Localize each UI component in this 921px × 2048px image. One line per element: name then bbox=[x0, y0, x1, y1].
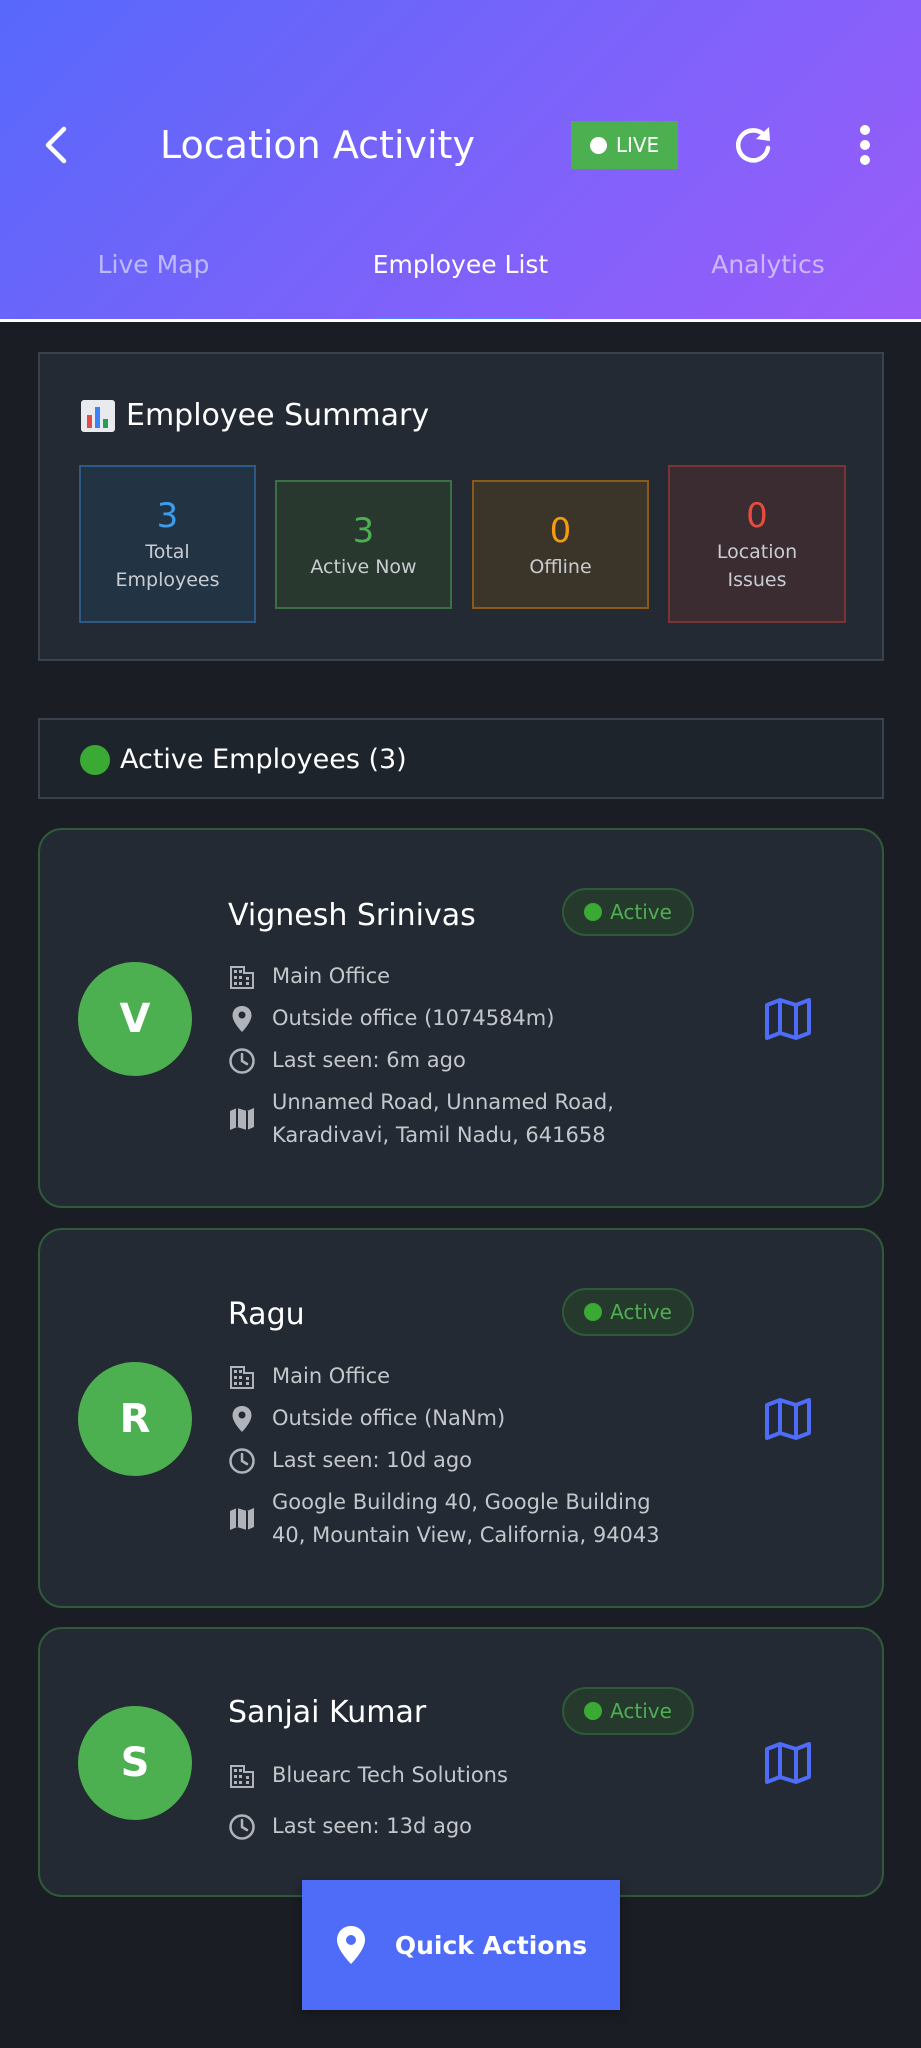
address-line: Karadivavi, Tamil Nadu, 641658 bbox=[272, 1123, 606, 1147]
header-divider bbox=[0, 319, 921, 322]
map-icon bbox=[765, 1398, 811, 1440]
stat-label: Active Now bbox=[310, 555, 417, 578]
status-badge: Active bbox=[562, 1687, 694, 1735]
employee-name: Vignesh Srinivas bbox=[228, 898, 476, 933]
office-row: Main Office bbox=[228, 960, 390, 993]
location-text: Outside office (1074584m) bbox=[272, 1006, 555, 1030]
last-seen-text: Last seen: 10d ago bbox=[272, 1448, 473, 1472]
last-seen-row: Last seen: 13d ago bbox=[228, 1810, 472, 1843]
tab-analytics[interactable]: Analytics bbox=[694, 232, 842, 298]
back-button[interactable] bbox=[38, 121, 72, 169]
refresh-icon bbox=[736, 127, 771, 163]
building-icon bbox=[228, 1360, 256, 1393]
status-badge: Active bbox=[562, 1288, 694, 1336]
employee-name: Sanjai Kumar bbox=[228, 1695, 427, 1730]
live-label: LIVE bbox=[615, 133, 660, 157]
stat-label: Offline bbox=[529, 555, 592, 578]
live-dot-icon bbox=[589, 136, 607, 154]
stat-label: Location bbox=[716, 541, 798, 563]
stat-total-employees: 3 Total Employees bbox=[79, 465, 256, 623]
green-circle-icon bbox=[80, 745, 110, 775]
clock-icon bbox=[228, 1444, 256, 1477]
location-pin-icon bbox=[228, 1002, 256, 1035]
office-row: Bluearc Tech Solutions bbox=[228, 1759, 508, 1792]
address-text: Google Building 40, Google Building 40, … bbox=[272, 1486, 660, 1552]
live-badge[interactable]: LIVE bbox=[571, 121, 678, 169]
address-row: Google Building 40, Google Building 40, … bbox=[228, 1486, 660, 1552]
employee-name: Ragu bbox=[228, 1297, 305, 1332]
stat-value: 0 bbox=[746, 496, 768, 536]
last-seen-row: Last seen: 10d ago bbox=[228, 1444, 472, 1477]
refresh-button[interactable] bbox=[731, 122, 775, 168]
section-title: Active Employees (3) bbox=[120, 744, 407, 775]
address-row: Unnamed Road, Unnamed Road, Karadivavi, … bbox=[228, 1086, 614, 1152]
stat-label: Issues bbox=[727, 569, 787, 591]
clock-icon bbox=[228, 1810, 256, 1843]
employee-card-sanjai[interactable]: S Sanjai Kumar Active Bluearc Tech Solut… bbox=[38, 1627, 884, 1897]
more-options-button[interactable] bbox=[848, 122, 882, 168]
quick-actions-button[interactable]: Quick Actions bbox=[302, 1880, 620, 2010]
status-badge: Active bbox=[562, 888, 694, 936]
map-icon bbox=[765, 1742, 811, 1784]
address-text: Unnamed Road, Unnamed Road, Karadivavi, … bbox=[272, 1086, 614, 1152]
bar-chart-icon bbox=[81, 400, 115, 432]
last-seen-text: Last seen: 13d ago bbox=[272, 1814, 473, 1838]
clock-icon bbox=[228, 1044, 256, 1077]
section-heading: Active Employees (3) bbox=[80, 738, 407, 782]
stat-value: 3 bbox=[156, 496, 179, 536]
status-label: Active bbox=[610, 1699, 672, 1723]
view-on-map-button[interactable] bbox=[763, 994, 813, 1044]
status-label: Active bbox=[610, 900, 672, 924]
location-pin-icon bbox=[228, 1402, 256, 1435]
status-dot-icon bbox=[584, 1702, 603, 1720]
app-header: Location Activity LIVE Live Map Employee… bbox=[0, 0, 921, 322]
tab-employee-list[interactable]: Employee List bbox=[360, 232, 561, 298]
avatar: S bbox=[78, 1706, 192, 1820]
map-icon bbox=[765, 998, 811, 1040]
tab-live-map[interactable]: Live Map bbox=[80, 232, 227, 298]
page-title: Location Activity bbox=[160, 123, 475, 167]
stat-offline: 0 Offline bbox=[472, 480, 649, 609]
office-text: Main Office bbox=[272, 964, 391, 988]
location-row: Outside office (1074584m) bbox=[228, 1002, 554, 1035]
employee-card-ragu[interactable]: R Ragu Active Main Office Outside office… bbox=[38, 1228, 884, 1608]
last-seen-row: Last seen: 6m ago bbox=[228, 1044, 466, 1077]
office-text: Bluearc Tech Solutions bbox=[272, 1763, 508, 1787]
view-on-map-button[interactable] bbox=[763, 1394, 813, 1444]
avatar: R bbox=[78, 1362, 192, 1476]
more-vertical-icon bbox=[860, 125, 870, 165]
location-row: Outside office (NaNm) bbox=[228, 1402, 505, 1435]
view-on-map-button[interactable] bbox=[763, 1738, 813, 1788]
avatar: V bbox=[78, 962, 192, 1076]
summary-heading: Employee Summary bbox=[80, 394, 429, 438]
stat-value: 3 bbox=[352, 510, 375, 551]
address-line: Google Building 40, Google Building bbox=[272, 1490, 651, 1514]
map-icon bbox=[228, 1086, 256, 1152]
employee-card-vignesh[interactable]: V Vignesh Srinivas Active Main Office Ou… bbox=[38, 828, 884, 1208]
location-pin-icon bbox=[336, 1926, 365, 1964]
building-icon bbox=[228, 1759, 256, 1792]
tab-bar: Live Map Employee List Analytics bbox=[0, 232, 921, 322]
building-icon bbox=[228, 960, 256, 993]
stat-value: 0 bbox=[549, 510, 572, 551]
address-line: Unnamed Road, Unnamed Road, bbox=[272, 1090, 614, 1114]
stat-location-issues: 0 Location Issues bbox=[668, 465, 846, 623]
active-employees-header: Active Employees (3) bbox=[38, 718, 884, 799]
office-row: Main Office bbox=[228, 1360, 390, 1393]
chevron-left-icon bbox=[45, 126, 67, 164]
stat-label: Employees bbox=[115, 569, 220, 591]
status-dot-icon bbox=[584, 1303, 603, 1321]
quick-actions-label: Quick Actions bbox=[394, 1930, 588, 1960]
location-text: Outside office (NaNm) bbox=[272, 1406, 506, 1430]
stat-active-now: 3 Active Now bbox=[275, 480, 452, 609]
stat-label: Total bbox=[145, 541, 190, 563]
status-label: Active bbox=[610, 1300, 672, 1324]
status-dot-icon bbox=[584, 903, 603, 921]
summary-title: Employee Summary bbox=[126, 398, 430, 433]
office-text: Main Office bbox=[272, 1364, 391, 1388]
address-line: 40, Mountain View, California, 94043 bbox=[272, 1523, 660, 1547]
last-seen-text: Last seen: 6m ago bbox=[272, 1048, 466, 1072]
employee-summary-card: Employee Summary 3 Total Employees 3 Act… bbox=[38, 352, 884, 661]
map-icon bbox=[228, 1486, 256, 1552]
